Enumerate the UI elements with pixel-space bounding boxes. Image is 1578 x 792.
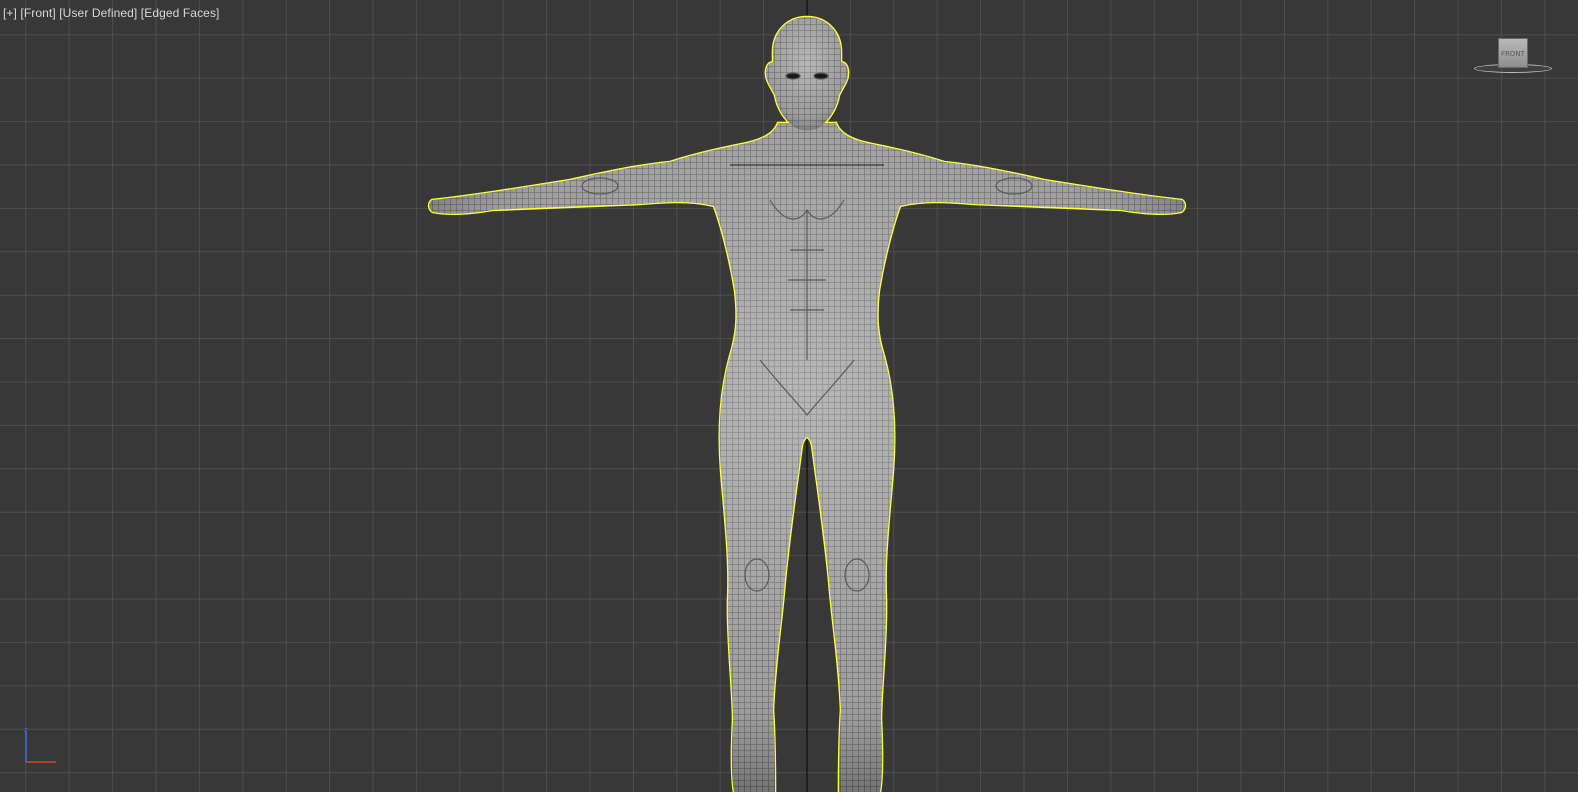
viewport-label-menu: [+] [Front] [User Defined] [Edged Faces] [3, 6, 219, 20]
viewcube-front-face[interactable]: FRONT [1498, 38, 1528, 68]
viewport-front[interactable]: [+] [Front] [User Defined] [Edged Faces]… [0, 0, 1578, 792]
human-mesh[interactable] [0, 0, 1578, 792]
viewport-plus-menu[interactable]: [+] [3, 6, 17, 20]
z-axis-label: z [24, 726, 28, 734]
viewport-shading-menu[interactable]: [User Defined] [59, 6, 137, 20]
viewport-point-of-view-menu[interactable]: [Front] [20, 6, 55, 20]
viewcube[interactable]: FRONT [1470, 34, 1556, 80]
axis-tripod-icon: z [24, 726, 56, 763]
viewport-display-mode-menu[interactable]: [Edged Faces] [141, 6, 220, 20]
